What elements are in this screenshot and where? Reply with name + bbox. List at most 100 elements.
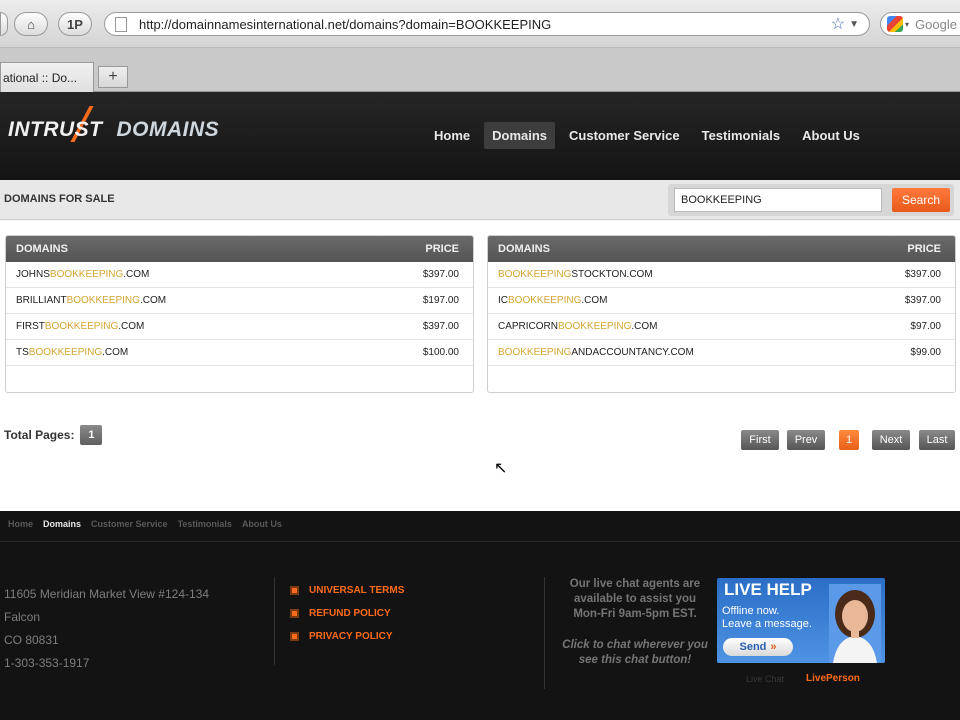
domain-price: $397.00 [904,269,941,280]
bullet-icon [290,632,299,641]
domain-name[interactable]: ICBOOKKEEPING.COM [498,295,607,306]
chat-availability-text: Our live chat agents are available to as… [569,578,701,620]
domains-table-left: DOMAINS PRICE JOHNSBOOKKEEPING.COM $397.… [5,235,474,393]
liveperson-link[interactable]: LivePerson [806,673,860,684]
search-button[interactable]: Search [892,188,950,212]
column-header-domains: DOMAINS [16,243,68,255]
live-chat-label: Live Chat [746,674,785,684]
domain-name[interactable]: JOHNSBOOKKEEPING.COM [16,269,149,280]
search-placeholder: Google [915,16,957,32]
domain-name[interactable]: FIRSTBOOKKEEPING.COM [16,321,144,332]
live-help-status-line: Offline now. [722,605,780,617]
table-row[interactable]: FIRSTBOOKKEEPING.COM $397.00 [6,314,473,340]
phone-number: 1-303-353-1917 [4,656,90,670]
live-help-title: LIVE HELP [724,580,812,599]
next-page-button[interactable]: Next [872,430,910,450]
bookmark-star-icon[interactable]: ☆ [831,14,845,34]
table-header: DOMAINS PRICE [488,236,955,262]
total-pages-label: Total Pages: [4,428,75,442]
footer-divider [0,541,960,542]
column-header-domains: DOMAINS [498,243,550,255]
domain-price: $397.00 [422,269,459,280]
double-chevron-right-icon: » [770,641,777,653]
current-page-button[interactable]: 1 [839,430,859,450]
domain-price: $99.00 [910,347,941,358]
site-footer: Home Domains Customer Service Testimonia… [0,511,960,720]
home-icon: ⌂ [27,16,35,32]
column-header-price: PRICE [907,243,941,255]
browser-tab[interactable]: ational :: Do... [0,62,94,92]
domain-name[interactable]: TSBOOKKEEPING.COM [16,347,128,358]
mouse-cursor-icon: ↖ [494,460,508,477]
browser-toolbar: ⌂ 1P http://domainnamesinternational.net… [0,0,960,48]
nav-customer-service[interactable]: Customer Service [561,122,688,149]
home-button[interactable]: ⌂ [14,12,48,36]
domain-name[interactable]: BRILLIANTBOOKKEEPING.COM [16,295,166,306]
domain-price: $97.00 [910,321,941,332]
footer-nav-domains[interactable]: Domains [43,519,81,529]
domain-name[interactable]: BOOKKEEPINGANDACCOUNTANCY.COM [498,347,694,358]
link-label: REFUND POLICY [309,608,391,619]
domain-name[interactable]: BOOKKEEPINGSTOCKTON.COM [498,269,653,280]
refund-policy-link[interactable]: REFUND POLICY [290,608,404,619]
table-row[interactable]: BOOKKEEPINGANDACCOUNTANCY.COM $99.00 [488,340,955,366]
back-button[interactable] [0,12,8,36]
universal-terms-link[interactable]: UNIVERSAL TERMS [290,585,404,596]
prev-page-button[interactable]: Prev [787,430,825,450]
domain-price: $397.00 [422,321,459,332]
live-help-status-line: Leave a message. [722,618,812,630]
google-icon [887,16,903,32]
page-icon [115,16,127,32]
column-header-price: PRICE [425,243,459,255]
search-engine-caret-icon: ▾ [905,19,910,29]
main-nav: Home Domains Customer Service Testimonia… [426,122,868,149]
domain-search-input[interactable] [674,188,882,212]
main-content: DOMAINS PRICE JOHNSBOOKKEEPING.COM $397.… [0,221,960,511]
footer-column-divider [544,577,545,689]
domain-price: $397.00 [904,295,941,306]
bullet-icon [290,609,299,618]
onepassword-button[interactable]: 1P [58,12,92,36]
table-row[interactable]: CAPRICORNBOOKKEEPING.COM $97.00 [488,314,955,340]
footer-nav-testimonials[interactable]: Testimonials [178,519,232,529]
nav-testimonials[interactable]: Testimonials [694,122,789,149]
url-text: http://domainnamesinternational.net/doma… [139,16,552,32]
link-label: UNIVERSAL TERMS [309,585,405,596]
tab-strip: ational :: Do... + [0,48,960,92]
domain-name[interactable]: CAPRICORNBOOKKEEPING.COM [498,321,657,332]
footer-column-divider [274,577,275,665]
address-bar[interactable]: http://domainnamesinternational.net/doma… [104,12,870,36]
table-row[interactable]: ICBOOKKEEPING.COM $397.00 [488,288,955,314]
chat-instruction-text: Click to chat wherever you see this chat… [562,639,708,666]
domain-price: $197.00 [422,295,459,306]
nav-home[interactable]: Home [426,122,478,149]
chevron-down-icon[interactable]: ▼ [849,19,859,30]
live-help-status: Offline now. Leave a message. [722,605,812,631]
site-header: INTRUST DOMAINS Home Domains Customer Ser… [0,92,960,180]
footer-nav-customer-service[interactable]: Customer Service [91,519,168,529]
new-tab-button[interactable]: + [98,66,128,88]
privacy-policy-link[interactable]: PRIVACY POLICY [290,631,404,642]
first-page-button[interactable]: First [741,430,779,450]
footer-nav-about-us[interactable]: About Us [242,519,282,529]
live-help-button[interactable]: LIVE HELP Offline now. Leave a message. … [717,578,885,663]
page-title: DOMAINS FOR SALE [4,193,115,205]
logo-text-right: DOMAINS [116,118,220,141]
send-label: Send [739,641,767,653]
table-row[interactable]: BRILLIANTBOOKKEEPING.COM $197.00 [6,288,473,314]
footer-nav: Home Domains Customer Service Testimonia… [8,519,282,529]
bullet-icon [290,586,299,595]
browser-search-field[interactable]: ▾ Google [880,12,960,36]
nav-domains[interactable]: Domains [484,122,556,149]
total-pages-count: 1 [80,425,103,445]
table-row[interactable]: JOHNSBOOKKEEPING.COM $397.00 [6,262,473,288]
send-message-button[interactable]: Send» [723,638,793,656]
link-label: PRIVACY POLICY [309,631,393,642]
table-row[interactable]: BOOKKEEPINGSTOCKTON.COM $397.00 [488,262,955,288]
footer-nav-home[interactable]: Home [8,519,33,529]
last-page-button[interactable]: Last [919,430,955,450]
site-logo[interactable]: INTRUST DOMAINS [8,118,219,142]
domains-table-right: DOMAINS PRICE BOOKKEEPINGSTOCKTON.COM $3… [487,235,956,393]
table-row[interactable]: TSBOOKKEEPING.COM $100.00 [6,340,473,366]
nav-about-us[interactable]: About Us [794,122,868,149]
